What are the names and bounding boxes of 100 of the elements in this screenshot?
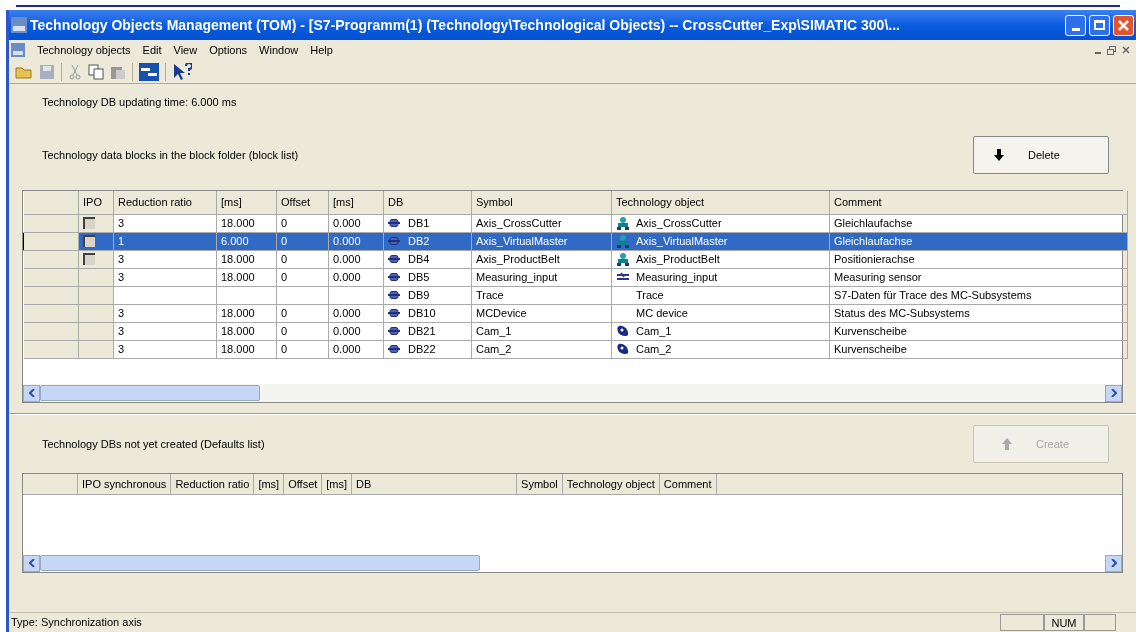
data-block-icon	[388, 219, 400, 227]
cam-icon	[616, 342, 630, 356]
table-cell: Axis_CrossCutter	[471, 214, 612, 232]
object-label: Axis_VirtualMaster	[636, 233, 728, 249]
copy-icon[interactable]	[88, 63, 104, 80]
column-header[interactable]: DB	[352, 474, 518, 494]
column-header[interactable]: Reduction ratio	[113, 191, 217, 214]
column-header[interactable]: Offset	[276, 191, 329, 214]
column-header[interactable]: Offset	[284, 474, 323, 494]
down-arrow-icon	[994, 149, 1004, 161]
close-button[interactable]	[1113, 14, 1134, 36]
data-block-icon	[388, 345, 400, 353]
column-header[interactable]: [ms]	[216, 191, 277, 214]
db-label: DB22	[408, 341, 436, 357]
axis-icon	[616, 234, 630, 248]
horizontal-scrollbar[interactable]	[23, 554, 1122, 572]
section-label: Technology DBs not yet created (Defaults list)	[42, 436, 266, 452]
column-header[interactable]: Comment	[829, 191, 1128, 214]
table-cell: 3	[113, 214, 217, 232]
update-time-label: Technology DB updating time: 6.000 ms	[42, 94, 237, 110]
column-header[interactable]: [ms]	[328, 191, 384, 214]
table-cell: 0	[276, 340, 329, 358]
object-label: Measuring_input	[636, 269, 718, 285]
db-label: DB1	[408, 215, 430, 231]
db-label: DB9	[408, 287, 430, 303]
restore-icon[interactable]	[1107, 45, 1116, 55]
table-cell: 0.000	[328, 340, 384, 358]
status-panel	[1000, 614, 1044, 631]
scroll-left-icon[interactable]	[28, 389, 35, 397]
app-icon	[11, 43, 25, 57]
checkbox[interactable]	[83, 217, 95, 229]
data-block-icon	[388, 237, 400, 245]
minimize-button[interactable]	[1065, 14, 1086, 36]
table-cell: 18.000	[216, 268, 277, 286]
cam-icon	[616, 324, 630, 338]
scroll-thumb[interactable]	[40, 555, 480, 571]
object-label: Axis_CrossCutter	[636, 215, 722, 231]
scroll-right-icon[interactable]	[1110, 389, 1117, 397]
table-cell: 18.000	[216, 250, 277, 268]
scroll-left-icon[interactable]	[28, 559, 35, 567]
menu-item[interactable]: View	[173, 41, 198, 59]
delete-button[interactable]: Delete	[973, 136, 1109, 174]
menu-item[interactable]: Options	[209, 41, 248, 59]
maximize-button[interactable]	[1089, 14, 1110, 36]
menu-item[interactable]: Help	[310, 41, 333, 59]
column-header[interactable]: Technology object	[562, 474, 660, 494]
help-pointer-icon[interactable]	[172, 62, 192, 81]
column-header[interactable]: IPO	[78, 191, 114, 214]
close-icon[interactable]	[1122, 45, 1130, 54]
table-cell: 3	[113, 268, 217, 286]
menu-item[interactable]: Window	[259, 41, 299, 59]
app-icon	[11, 17, 27, 33]
axis-icon	[616, 216, 630, 230]
table-cell: S7-Daten für Trace des MC-Subsystems	[829, 286, 1128, 304]
column-header[interactable]: IPO synchronous	[78, 474, 172, 494]
scroll-right-icon[interactable]	[1110, 559, 1117, 567]
column-header[interactable]: Comment	[659, 474, 717, 494]
scroll-thumb[interactable]	[40, 385, 260, 401]
table-cell: Measuring sensor	[829, 268, 1128, 286]
table-cell: Gleichlaufachse	[829, 214, 1128, 232]
table-cell: 0.000	[328, 214, 384, 232]
horizontal-scrollbar[interactable]	[23, 384, 1122, 402]
table-cell	[276, 286, 329, 304]
column-header[interactable]: [ms]	[322, 474, 353, 494]
section-label: Technology data blocks in the block folder (block list)	[42, 147, 300, 163]
column-header[interactable]: [ms]	[254, 474, 285, 494]
checkbox[interactable]	[83, 253, 95, 265]
table-cell: Cam_2	[471, 340, 612, 358]
table-cell: 18.000	[216, 340, 277, 358]
table-icon[interactable]	[139, 62, 159, 81]
object-label: Cam_1	[636, 323, 672, 339]
table-cell: Kurvenscheibe	[829, 340, 1128, 358]
minimize-icon[interactable]	[1095, 51, 1101, 54]
column-header[interactable]: Symbol	[517, 474, 563, 494]
menu-item[interactable]: Edit	[142, 41, 162, 59]
table-cell: Trace	[471, 286, 612, 304]
table-cell: 18.000	[216, 214, 277, 232]
table-cell: 18.000	[216, 304, 277, 322]
db-label: DB5	[408, 269, 430, 285]
table-cell: 0.000	[328, 268, 384, 286]
close-icon	[1118, 19, 1129, 31]
column-header[interactable]: Symbol	[471, 191, 612, 214]
table-cell: 3	[113, 250, 217, 268]
column-header[interactable]: Technology object	[611, 191, 830, 214]
status-panel	[1084, 614, 1116, 631]
column-header[interactable]: Reduction ratio	[171, 474, 255, 494]
table-cell: 0	[276, 304, 329, 322]
db-label: DB4	[408, 251, 430, 267]
table-cell: 3	[113, 304, 217, 322]
table-cell: Cam_1	[471, 322, 612, 340]
checkbox[interactable]	[83, 235, 95, 247]
table-cell: 0	[276, 322, 329, 340]
table-cell: Axis_ProductBelt	[471, 250, 612, 268]
axis-icon	[616, 252, 630, 266]
column-header[interactable]: DB	[383, 191, 472, 214]
object-label: MC device	[636, 305, 688, 321]
table-cell	[216, 286, 277, 304]
db-label: DB21	[408, 323, 436, 339]
table-cell: 0.000	[328, 322, 384, 340]
menu-item[interactable]: Technology objects	[37, 41, 131, 59]
